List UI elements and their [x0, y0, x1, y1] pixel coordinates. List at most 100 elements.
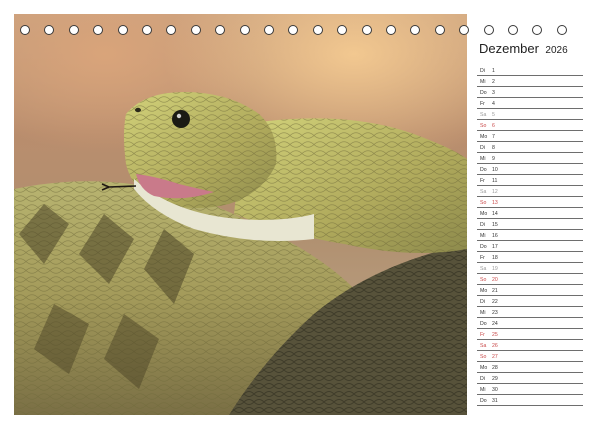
- day-number: 19: [492, 266, 498, 272]
- day-number: 23: [492, 310, 498, 316]
- month-header: Dezember 2026: [479, 40, 568, 58]
- day-row: Do 31: [477, 395, 583, 406]
- weekday-label: Mi: [480, 310, 486, 316]
- binding-ring: [142, 25, 152, 35]
- day-number: 14: [492, 211, 498, 217]
- binding-ring: [215, 25, 226, 35]
- weekday-label: Sa: [480, 266, 487, 272]
- spiral-binding: [20, 25, 580, 39]
- day-number: 21: [492, 288, 498, 294]
- binding-ring: [337, 25, 348, 35]
- weekday-label: Di: [480, 145, 485, 151]
- day-number: 30: [492, 387, 498, 393]
- day-row: Do 24: [477, 318, 583, 329]
- day-number: 16: [492, 233, 498, 239]
- weekday-label: Fr: [480, 178, 485, 184]
- day-row: Sa 5: [477, 109, 583, 120]
- snake-illustration: [14, 92, 467, 415]
- day-list: Di 1 Mi 2 Do 3 Fr 4 Sa 5 So 6 Mo 7 Di 8 Mi 9 Do 10 Fr 11 Sa 12 S…: [477, 65, 583, 406]
- binding-ring: [264, 25, 274, 35]
- binding-ring: [68, 25, 79, 35]
- day-row: Do 17: [477, 241, 583, 252]
- weekday-label: So: [480, 200, 487, 206]
- weekday-label: Mo: [480, 211, 488, 217]
- day-number: 8: [492, 145, 495, 151]
- binding-ring: [361, 25, 372, 35]
- day-row: Do 10: [477, 164, 583, 175]
- binding-ring: [532, 25, 543, 35]
- binding-ring: [434, 25, 445, 35]
- calendar-sidebar: Dezember 2026 Di 1 Mi 2 Do 3 Fr 4 Sa 5 So 6 Mo 7 Di 8 Mi…: [467, 14, 587, 415]
- weekday-label: Fr: [480, 255, 485, 261]
- day-number: 5: [492, 112, 495, 118]
- day-row: Mi 16: [477, 230, 583, 241]
- weekday-label: Di: [480, 376, 485, 382]
- weekday-label: Mo: [480, 134, 488, 140]
- day-number: 17: [492, 244, 498, 250]
- binding-ring: [508, 25, 518, 35]
- day-number: 11: [492, 178, 498, 184]
- day-number: 24: [492, 321, 498, 327]
- weekday-label: Sa: [480, 343, 487, 349]
- weekday-label: Do: [480, 244, 487, 250]
- weekday-label: So: [480, 123, 487, 129]
- weekday-label: Do: [480, 398, 487, 404]
- binding-ring: [44, 25, 55, 35]
- day-row: Sa 19: [477, 263, 583, 274]
- binding-ring: [166, 25, 177, 35]
- day-row: Di 15: [477, 219, 583, 230]
- weekday-label: Do: [480, 321, 487, 327]
- weekday-label: Mi: [480, 387, 486, 393]
- day-row: Mi 9: [477, 153, 583, 164]
- day-row: Fr 4: [477, 98, 583, 109]
- day-number: 31: [492, 398, 498, 404]
- day-row: So 20: [477, 274, 583, 285]
- weekday-label: Mi: [480, 156, 486, 162]
- day-number: 25: [492, 332, 498, 338]
- weekday-label: Sa: [480, 112, 487, 118]
- day-row: Mi 2: [477, 76, 583, 87]
- day-number: 12: [492, 189, 498, 195]
- day-number: 1: [492, 68, 495, 74]
- day-number: 7: [492, 134, 495, 140]
- binding-ring: [386, 25, 396, 35]
- day-row: Mo 7: [477, 131, 583, 142]
- binding-ring: [459, 25, 470, 35]
- day-row: Mo 28: [477, 362, 583, 373]
- day-row: Di 29: [477, 373, 583, 384]
- day-row: Mo 14: [477, 208, 583, 219]
- weekday-label: Sa: [480, 189, 487, 195]
- day-number: 18: [492, 255, 498, 261]
- calendar-page: Dezember 2026 Di 1 Mi 2 Do 3 Fr 4 Sa 5 So 6 Mo 7 Di 8 Mi…: [0, 0, 600, 431]
- month-name: Dezember: [479, 41, 539, 56]
- binding-ring: [190, 25, 201, 35]
- weekday-label: Mo: [480, 288, 488, 294]
- weekday-label: Mo: [480, 365, 488, 371]
- binding-ring: [288, 25, 299, 35]
- day-number: 10: [492, 167, 498, 173]
- day-row: Fr 18: [477, 252, 583, 263]
- day-number: 15: [492, 222, 498, 228]
- day-row: Fr 11: [477, 175, 583, 186]
- weekday-label: Fr: [480, 332, 485, 338]
- weekday-label: So: [480, 354, 487, 360]
- weekday-label: Di: [480, 68, 485, 74]
- day-row: Di 1: [477, 65, 583, 76]
- day-row: Sa 12: [477, 186, 583, 197]
- day-number: 20: [492, 277, 498, 283]
- weekday-label: Fr: [480, 101, 485, 107]
- day-row: Fr 25: [477, 329, 583, 340]
- day-row: So 13: [477, 197, 583, 208]
- day-row: So 6: [477, 120, 583, 131]
- day-number: 13: [492, 200, 498, 206]
- binding-ring: [20, 25, 30, 35]
- day-number: 2: [492, 79, 495, 85]
- binding-ring: [239, 25, 250, 35]
- weekday-label: Di: [480, 222, 485, 228]
- binding-ring: [556, 25, 567, 35]
- day-number: 3: [492, 90, 495, 96]
- day-row: Sa 26: [477, 340, 583, 351]
- day-number: 26: [492, 343, 498, 349]
- day-row: Di 22: [477, 296, 583, 307]
- year: 2026: [545, 45, 568, 56]
